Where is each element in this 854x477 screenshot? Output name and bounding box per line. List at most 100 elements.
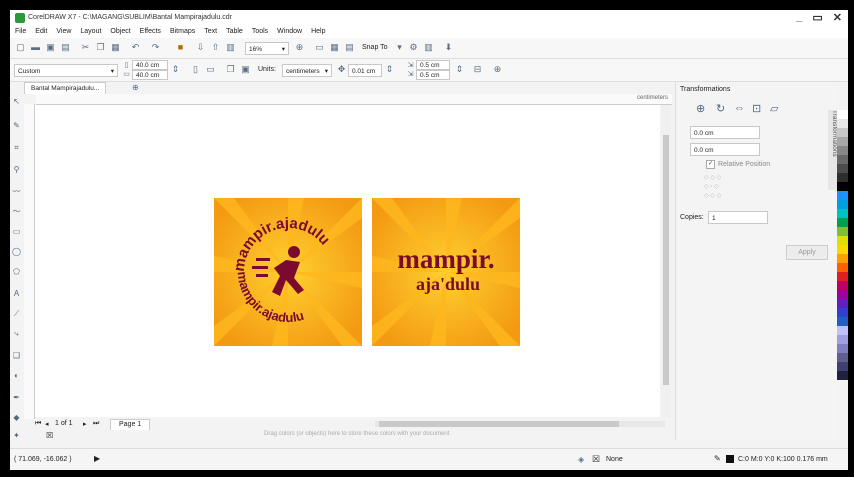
- menu-file[interactable]: File: [15, 26, 26, 38]
- close-button[interactable]: ✕: [833, 11, 842, 24]
- copies-input[interactable]: 1: [708, 211, 768, 224]
- palette-swatch[interactable]: [837, 299, 848, 308]
- options-icon[interactable]: ⚙: [408, 42, 419, 53]
- zoom-tool-icon[interactable]: ⚲: [11, 164, 22, 175]
- connector-tool-icon[interactable]: ⤷: [11, 328, 22, 339]
- relative-position-checkbox[interactable]: ✓ Relative Position: [706, 160, 770, 169]
- menu-text[interactable]: Text: [204, 26, 217, 38]
- palette-swatch[interactable]: [837, 128, 848, 137]
- size-icon[interactable]: ⊡: [752, 102, 761, 115]
- menu-window[interactable]: Window: [277, 26, 302, 38]
- palette-swatch[interactable]: [837, 362, 848, 371]
- menu-layout[interactable]: Layout: [80, 26, 101, 38]
- palette-swatch[interactable]: [837, 263, 848, 272]
- menu-effects[interactable]: Effects: [140, 26, 161, 38]
- page-preset-select[interactable]: Custom ▾: [14, 64, 118, 77]
- palette-swatch[interactable]: [837, 272, 848, 281]
- application-launcher-icon[interactable]: ▥: [423, 42, 434, 53]
- scale-mirror-icon[interactable]: ⇔: [734, 102, 745, 114]
- previous-page-icon[interactable]: ◂: [45, 420, 49, 428]
- polygon-tool-icon[interactable]: ⬠: [11, 266, 22, 277]
- palette-swatch[interactable]: [837, 182, 848, 191]
- crop-tool-icon[interactable]: ⌗: [11, 142, 22, 153]
- new-document-icon[interactable]: ▢: [15, 42, 26, 53]
- palette-swatch[interactable]: [837, 155, 848, 164]
- palette-swatch[interactable]: [837, 236, 848, 245]
- interactive-fill-icon[interactable]: ◆: [11, 412, 22, 423]
- stepper-icon[interactable]: ⇕: [454, 64, 465, 75]
- palette-swatch[interactable]: [837, 137, 848, 146]
- last-page-icon[interactable]: ⏭: [93, 420, 99, 428]
- apply-button[interactable]: Apply: [786, 245, 828, 260]
- next-page-icon[interactable]: ▸: [83, 420, 87, 428]
- zoom-level-select[interactable]: 16% ▾: [245, 42, 289, 55]
- vertical-scrollbar[interactable]: [661, 105, 671, 417]
- artwork-text-logo[interactable]: mampir. aja'dulu: [372, 198, 520, 346]
- portrait-icon[interactable]: ▯: [190, 64, 201, 75]
- menu-help[interactable]: Help: [311, 26, 325, 38]
- palette-swatch[interactable]: [837, 173, 848, 182]
- palette-swatch[interactable]: [837, 290, 848, 299]
- copy-icon[interactable]: ❐: [95, 42, 106, 53]
- transparency-tool-icon[interactable]: ◐: [11, 370, 22, 381]
- menu-bitmaps[interactable]: Bitmaps: [170, 26, 195, 38]
- redo-icon[interactable]: ↷: [150, 42, 161, 53]
- palette-swatch[interactable]: [837, 209, 848, 218]
- skew-icon[interactable]: ▱: [770, 102, 778, 115]
- search-content-icon[interactable]: ■: [175, 42, 186, 53]
- position-x-input[interactable]: 0.0 cm: [690, 126, 760, 139]
- horizontal-scrollbar-thumb[interactable]: [379, 421, 619, 427]
- page-width-input[interactable]: 40.0 cm: [132, 60, 168, 70]
- no-color-swatch-icon[interactable]: ☒: [46, 430, 53, 441]
- palette-swatch[interactable]: [837, 344, 848, 353]
- undo-icon[interactable]: ↶: [130, 42, 141, 53]
- show-rulers-icon[interactable]: ▭: [314, 42, 325, 53]
- position-y-input[interactable]: 0.0 cm: [690, 143, 760, 156]
- artistic-media-icon[interactable]: 〜: [11, 206, 22, 217]
- palette-swatch[interactable]: [837, 281, 848, 290]
- shape-tool-icon[interactable]: ✎: [11, 120, 22, 131]
- palette-swatch[interactable]: [837, 335, 848, 344]
- show-guidelines-icon[interactable]: ▤: [344, 42, 355, 53]
- eyedropper-tool-icon[interactable]: ✒: [11, 392, 22, 403]
- tab-document[interactable]: Bantal Mampirajadulu...: [24, 82, 107, 94]
- welcome-screen-icon[interactable]: ⬇: [443, 42, 454, 53]
- palette-swatch[interactable]: [837, 110, 848, 119]
- duplicate-x-input[interactable]: 0.5 cm: [416, 60, 450, 70]
- drop-shadow-icon[interactable]: ❑: [11, 350, 22, 361]
- current-page-icon[interactable]: ▣: [240, 64, 251, 75]
- palette-swatch[interactable]: [837, 245, 848, 254]
- add-icon[interactable]: ⊕: [492, 64, 503, 75]
- palette-swatch[interactable]: [837, 191, 848, 200]
- stepper-icon[interactable]: ⇕: [170, 64, 181, 75]
- nudge-distance-input[interactable]: 0.01 cm: [348, 64, 382, 77]
- palette-swatch[interactable]: [837, 308, 848, 317]
- parallel-dimension-icon[interactable]: ⟋: [11, 308, 22, 319]
- first-page-icon[interactable]: ⏮: [35, 420, 41, 428]
- publish-pdf-icon[interactable]: ▥: [225, 42, 236, 53]
- palette-swatch[interactable]: [837, 254, 848, 263]
- ellipse-tool-icon[interactable]: ◯: [11, 246, 22, 257]
- palette-swatch[interactable]: [837, 218, 848, 227]
- palette-swatch[interactable]: [837, 119, 848, 128]
- page-height-input[interactable]: 40.0 cm: [132, 70, 168, 80]
- menu-table[interactable]: Table: [226, 26, 243, 38]
- print-icon[interactable]: ▤: [60, 42, 71, 53]
- smart-fill-icon[interactable]: ✦: [11, 430, 22, 441]
- position-icon[interactable]: ⊕: [696, 102, 705, 115]
- anchor-grid-icon[interactable]: ◇ ◇ ◇ ◇ ▫ ◇ ◇ ◇ ◇: [704, 174, 744, 202]
- menu-edit[interactable]: Edit: [35, 26, 47, 38]
- horizontal-scrollbar[interactable]: [375, 421, 665, 427]
- text-tool-icon[interactable]: A: [11, 288, 22, 299]
- palette-swatch[interactable]: [837, 353, 848, 362]
- artwork-circular-design[interactable]: mampir.ajadulu mampir.ajadulu: [214, 198, 362, 346]
- scrollbar-thumb[interactable]: [663, 135, 669, 385]
- palette-swatch[interactable]: [837, 164, 848, 173]
- stepper-icon[interactable]: ⇕: [384, 64, 395, 75]
- play-icon[interactable]: ▶: [94, 454, 100, 463]
- freehand-tool-icon[interactable]: 〰: [11, 186, 22, 197]
- all-pages-icon[interactable]: ❐: [225, 64, 236, 75]
- palette-swatch[interactable]: [837, 326, 848, 335]
- menu-tools[interactable]: Tools: [252, 26, 268, 38]
- palette-swatch[interactable]: [837, 317, 848, 326]
